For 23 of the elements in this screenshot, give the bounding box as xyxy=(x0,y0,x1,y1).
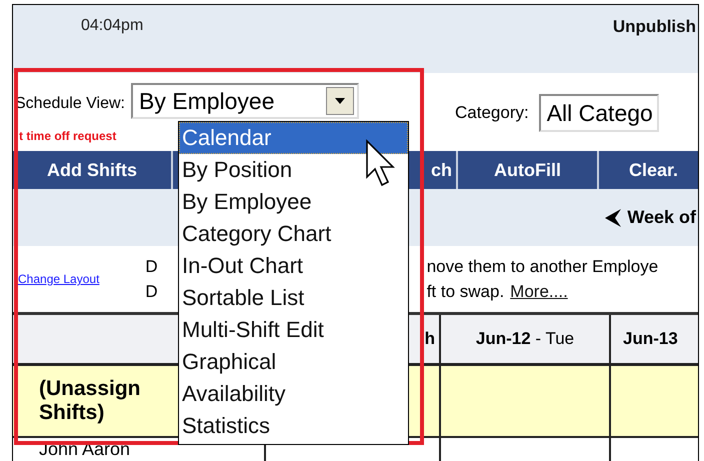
header-cell-text: Jun-13 xyxy=(622,328,679,350)
category-label: Category: xyxy=(455,103,529,123)
dropdown-option[interactable]: Category Chart xyxy=(179,218,408,250)
dropdown-option[interactable]: By Employee xyxy=(179,186,408,218)
status-text: Unpublish xyxy=(612,17,696,37)
header-cell: Jun-12 - Tue xyxy=(441,315,611,363)
note-text: nove them to another Employe xyxy=(426,256,658,276)
schedule-view-label: Schedule View: xyxy=(15,95,125,113)
week-label: Week of xyxy=(627,207,696,228)
dropdown-option[interactable]: By Position xyxy=(179,154,408,186)
note-text: ft to swap. xyxy=(426,282,504,302)
dropdown-option[interactable]: Calendar xyxy=(179,122,408,154)
dropdown-option[interactable]: In-Out Chart xyxy=(179,250,408,282)
previous-arrow-icon[interactable] xyxy=(605,208,622,226)
change-layout-link[interactable]: Change Layout xyxy=(18,272,100,286)
more-link[interactable]: More.... xyxy=(510,282,568,302)
note-text: D xyxy=(145,282,158,302)
dropdown-option[interactable]: Sortable List xyxy=(179,282,408,314)
category-dropdown[interactable]: All Catego xyxy=(538,94,659,132)
time-off-alert[interactable]: t time off request xyxy=(19,129,116,143)
schedule-view-dropdown[interactable]: By Employee xyxy=(131,83,359,119)
note-text: D xyxy=(145,256,158,276)
time-text: 04:04pm xyxy=(81,17,144,35)
